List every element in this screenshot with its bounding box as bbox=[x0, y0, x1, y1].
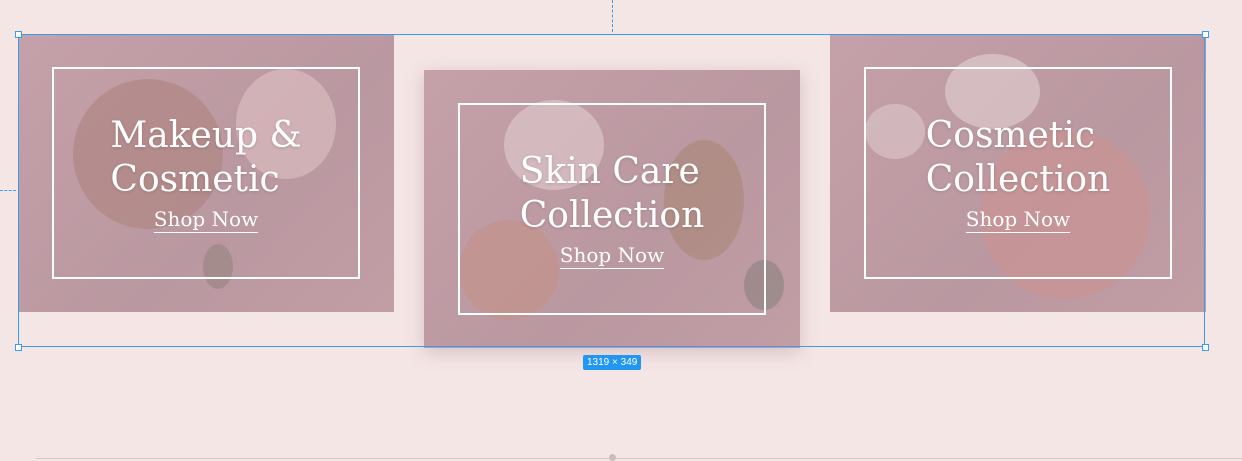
dimension-badge: 1319 × 349 bbox=[583, 355, 642, 370]
bottom-divider bbox=[36, 458, 1242, 459]
resize-handle-bottom-right[interactable] bbox=[1202, 344, 1209, 351]
resize-handle-top-right[interactable] bbox=[1202, 31, 1209, 38]
horizontal-guide-line bbox=[0, 190, 16, 191]
selection-box[interactable] bbox=[18, 34, 1205, 347]
vertical-guide-line bbox=[612, 0, 613, 32]
resize-handle-top-left[interactable] bbox=[15, 31, 22, 38]
resize-handle-bottom-left[interactable] bbox=[15, 344, 22, 351]
